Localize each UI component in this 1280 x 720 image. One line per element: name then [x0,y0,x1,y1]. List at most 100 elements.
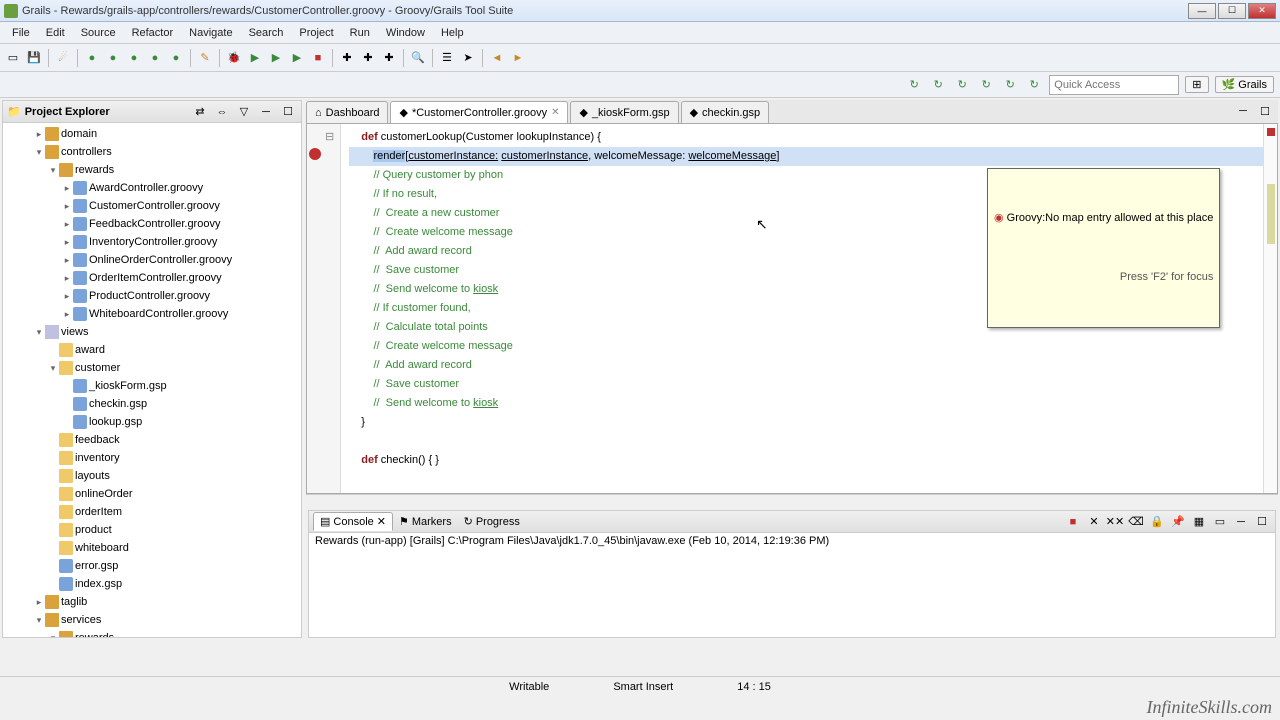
collapse-icon[interactable]: ⇄ [191,103,209,121]
toggle-icon[interactable]: ☰ [438,49,456,67]
warn-overview-mark[interactable] [1267,184,1275,244]
feather-icon[interactable]: ✎ [196,49,214,67]
run-icon[interactable]: ● [104,49,122,67]
view-menu-icon[interactable]: ▽ [235,103,253,121]
tab-dashboard[interactable]: ⌂Dashboard [306,101,388,123]
new-wizard-icon[interactable]: ✚ [338,49,356,67]
quickaccess-input[interactable] [1049,75,1179,95]
new-pkg-icon[interactable]: ✚ [359,49,377,67]
code-editor[interactable]: ⊟ def customerLookup(Customer lookupInst… [306,124,1278,494]
refresh-icon[interactable]: ↻ [929,76,947,94]
nav-icon[interactable]: ➤ [459,49,477,67]
tree-node[interactable]: checkin.gsp [5,395,299,413]
close-icon[interactable]: ✕ [551,107,559,118]
tree-node[interactable]: ▾customer [5,359,299,377]
run-icon[interactable]: ● [125,49,143,67]
menu-source[interactable]: Source [73,25,124,41]
menu-help[interactable]: Help [433,25,472,41]
tab-markers[interactable]: ⚑Markers [393,513,458,530]
tree-node[interactable]: ▸AwardController.groovy [5,179,299,197]
fwd-icon[interactable]: ► [509,49,527,67]
tree-node[interactable]: ▸taglib [5,593,299,611]
run-icon[interactable]: ● [167,49,185,67]
tree-node[interactable]: orderItem [5,503,299,521]
run-icon[interactable]: ● [146,49,164,67]
tab-console[interactable]: ▤Console✕ [313,512,393,531]
horizontal-scrollbar[interactable] [306,494,1278,510]
open-icon[interactable]: ▭ [1211,513,1229,531]
tree-node[interactable]: ▾views [5,323,299,341]
remove-all-icon[interactable]: ✕✕ [1106,513,1124,531]
remove-icon[interactable]: ✕ [1085,513,1103,531]
close-icon[interactable]: ✕ [377,515,386,528]
tree-node[interactable]: ▾rewards [5,161,299,179]
back-icon[interactable]: ◄ [488,49,506,67]
run-last-icon[interactable]: ▶ [288,49,306,67]
tree-node[interactable]: ▸ProductController.groovy [5,287,299,305]
tree-node[interactable]: _kioskForm.gsp [5,377,299,395]
menu-edit[interactable]: Edit [38,25,73,41]
pin-icon[interactable]: 📌 [1169,513,1187,531]
tree-node[interactable]: ▸CustomerController.groovy [5,197,299,215]
refresh-icon[interactable]: ↻ [1001,76,1019,94]
tree-node[interactable]: error.gsp [5,557,299,575]
menu-window[interactable]: Window [378,25,433,41]
close-button[interactable]: ✕ [1248,3,1276,19]
refresh-icon[interactable]: ↻ [977,76,995,94]
minimize-icon[interactable]: ─ [257,103,275,121]
refresh-icon[interactable]: ↻ [953,76,971,94]
maximize-button[interactable]: ☐ [1218,3,1246,19]
tree-node[interactable]: ▸FeedbackController.groovy [5,215,299,233]
menu-navigate[interactable]: Navigate [181,25,240,41]
run-icon[interactable]: ● [83,49,101,67]
perspective-grails[interactable]: 🌿 Grails [1215,76,1275,93]
tree-node[interactable]: award [5,341,299,359]
tree-node[interactable]: lookup.gsp [5,413,299,431]
save-icon[interactable]: 💾 [25,49,43,67]
maximize-icon[interactable]: ☐ [1253,513,1271,531]
refresh-icon[interactable]: ↻ [905,76,923,94]
tree-node[interactable]: ▸OrderItemController.groovy [5,269,299,287]
display-icon[interactable]: ▦ [1190,513,1208,531]
fold-icon[interactable]: ⊟ [325,130,337,142]
menu-project[interactable]: Project [291,25,341,41]
tree-node[interactable]: ▸InventoryController.groovy [5,233,299,251]
tree-node[interactable]: whiteboard [5,539,299,557]
maximize-editor-icon[interactable]: ☐ [1256,102,1274,120]
refresh-icon[interactable]: ↻ [1025,76,1043,94]
minimize-button[interactable]: — [1188,3,1216,19]
tree-node[interactable]: ▾controllers [5,143,299,161]
tree-node[interactable]: ▸domain [5,125,299,143]
tab-checkin[interactable]: ◆checkin.gsp [681,101,770,123]
file-tree[interactable]: ▸domain▾controllers▾rewards▸AwardControl… [3,123,301,637]
minimize-icon[interactable]: ─ [1232,513,1250,531]
perspective-button[interactable]: ⊞ [1185,76,1208,93]
console-output[interactable]: Rewards (run-app) [Grails] C:\Program Fi… [309,533,1275,637]
menu-refactor[interactable]: Refactor [124,25,182,41]
tree-node[interactable]: feedback [5,431,299,449]
clear-icon[interactable]: ⌫ [1127,513,1145,531]
error-marker-icon[interactable] [309,148,321,160]
code-content[interactable]: def customerLookup(Customer lookupInstan… [341,124,1277,493]
run-arrow-icon[interactable]: ▶ [246,49,264,67]
overview-ruler[interactable] [1263,124,1277,493]
minimize-editor-icon[interactable]: ─ [1234,102,1252,120]
search-icon[interactable]: 🔍 [409,49,427,67]
tree-node[interactable]: ▾rewards [5,629,299,637]
link-editor-icon[interactable]: ⇔ [213,103,231,121]
new-class-icon[interactable]: ✚ [380,49,398,67]
terminate-icon[interactable]: ■ [1064,513,1082,531]
tree-node[interactable]: index.gsp [5,575,299,593]
error-overview-mark[interactable] [1267,128,1275,136]
new-icon[interactable]: ▭ [4,49,22,67]
tool-icon[interactable]: ☄ [54,49,72,67]
scroll-lock-icon[interactable]: 🔒 [1148,513,1166,531]
tab-customercontroller[interactable]: ◆*CustomerController.groovy✕ [390,101,568,123]
tab-kioskform[interactable]: ◆_kioskForm.gsp [570,101,678,123]
tree-node[interactable]: ▾services [5,611,299,629]
tree-node[interactable]: inventory [5,449,299,467]
menu-run[interactable]: Run [342,25,378,41]
run-ext-icon[interactable]: ▶ [267,49,285,67]
tree-node[interactable]: ▸WhiteboardController.groovy [5,305,299,323]
tree-node[interactable]: ▸OnlineOrderController.groovy [5,251,299,269]
